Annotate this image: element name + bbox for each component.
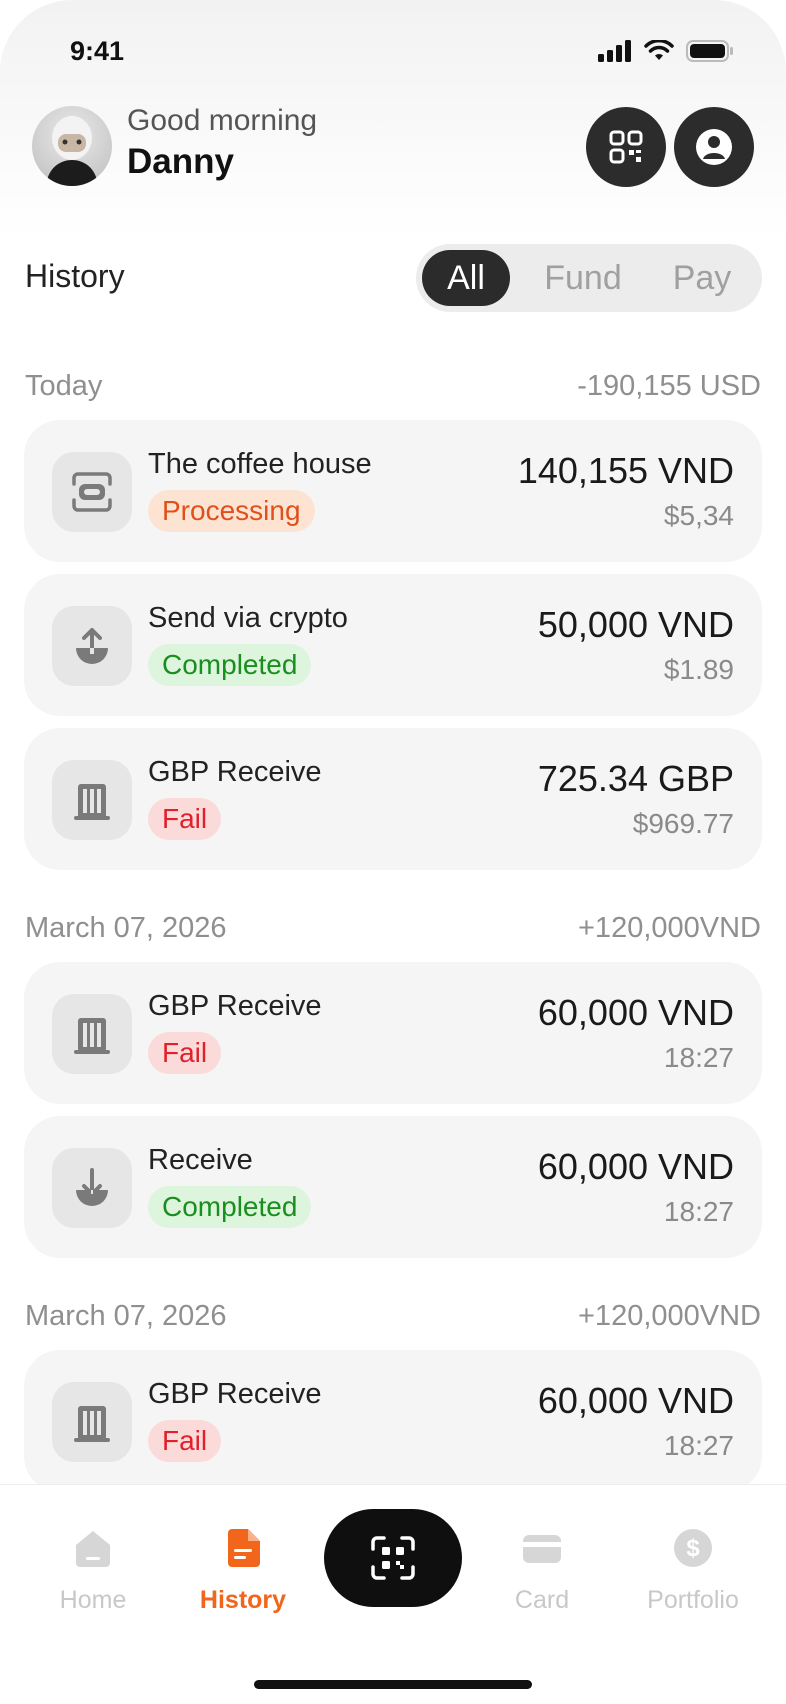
nav-card-label: Card [514,1586,570,1614]
profile-button[interactable] [674,107,754,187]
section-header: March 07, 2026 +120,000VND [25,1300,761,1333]
filter-pay[interactable]: Pay [652,250,752,306]
document-icon [228,1529,260,1567]
transaction-amount: 50,000 VND [537,604,734,645]
status-time: 9:41 [70,36,125,66]
filter-fund[interactable]: Fund [528,250,638,306]
section-header: Today -190,155 USD [25,370,761,403]
battery-icon [686,40,733,62]
transaction-name: The coffee house [148,448,372,480]
transaction-amount: 140,155 VND [517,450,734,491]
status-icons [598,40,734,62]
transaction-sub-amount: $969.77 [632,808,734,839]
transaction-name: GBP Receive [148,1378,322,1410]
transaction-icon-box [52,760,132,840]
greeting-text: Good morning [127,104,318,137]
avatar-illustration [46,116,98,186]
section-total: +120,000VND [578,1300,761,1332]
section-date: March 07, 2026 [25,1300,227,1332]
signal-icon [598,40,631,62]
scan-button[interactable] [324,1509,462,1607]
section-date: Today [25,370,103,402]
transaction-sub-amount: 18:27 [663,1042,734,1073]
screen: 9:41 Good morning Danny History All Fund… [0,0,786,1704]
transaction-amount: 60,000 VND [537,1146,734,1187]
filter-segmented-control: All Fund Pay [416,244,762,312]
nav-home[interactable]: Home [33,1527,153,1615]
home-indicator [254,1680,532,1689]
transaction-icon-box [52,452,132,532]
nav-portfolio-label: Portfolio [647,1586,739,1614]
transaction-name: Send via crypto [148,602,348,634]
transaction-sub-amount: 18:27 [663,1196,734,1227]
bank-icon [74,784,110,820]
scan-icon [72,472,112,512]
bottom-nav: Home History Card $ Portfolio [0,1484,786,1704]
user-name: Danny [127,142,234,181]
status-badge: Fail [148,798,222,840]
wifi-icon [644,40,674,60]
transaction-icon-box [52,994,132,1074]
transaction-card[interactable]: Receive Completed 60,000 VND 18:27 [24,1116,762,1258]
status-badge: Fail [148,1420,222,1462]
transaction-sub-amount: 18:27 [663,1430,734,1461]
transaction-sub-amount: $5,34 [663,500,734,531]
qr-code-icon [609,130,643,164]
qr-code-button[interactable] [586,107,666,187]
section-header: March 07, 2026 +120,000VND [25,912,761,945]
section-date: March 07, 2026 [25,912,227,944]
status-badge: Fail [148,1032,222,1074]
nav-portfolio[interactable]: $ Portfolio [633,1527,753,1615]
bank-icon [74,1406,110,1442]
transaction-icon-box [52,1382,132,1462]
home-icon [76,1531,110,1567]
transaction-card[interactable]: GBP Receive Fail 725.34 GBP $969.77 [24,728,762,870]
section-total: +120,000VND [578,912,761,944]
nav-history-label: History [199,1586,287,1614]
transaction-amount: 725.34 GBP [537,758,734,799]
transaction-icon-box [52,1148,132,1228]
svg-text:$: $ [686,1535,700,1562]
transaction-sub-amount: $1.89 [663,654,734,685]
transaction-name: Receive [148,1144,253,1176]
transaction-name: GBP Receive [148,756,322,788]
transaction-card[interactable]: The coffee house Processing 140,155 VND … [24,420,762,562]
user-circle-icon [696,129,732,165]
status-badge: Completed [148,644,312,686]
filter-all[interactable]: All [422,250,510,306]
credit-card-icon [523,1535,561,1563]
nav-card[interactable]: Card [482,1527,602,1615]
download-icon [76,1168,108,1206]
upload-icon [76,628,108,664]
transaction-card[interactable]: Send via crypto Completed 50,000 VND $1.… [24,574,762,716]
transaction-icon-box [52,606,132,686]
nav-history[interactable]: History [183,1527,303,1615]
avatar[interactable] [32,106,112,186]
transaction-amount: 60,000 VND [537,1380,734,1421]
nav-home-label: Home [59,1586,127,1614]
dollar-icon: $ [674,1529,712,1567]
bank-icon [74,1018,110,1054]
transaction-card[interactable]: GBP Receive Fail 60,000 VND 18:27 [24,962,762,1104]
scan-icon [371,1536,415,1580]
status-badge: Processing [148,490,315,532]
section-total: -190,155 USD [577,370,761,402]
transaction-name: GBP Receive [148,990,322,1022]
status-badge: Completed [148,1186,312,1228]
history-title: History [25,258,125,294]
transaction-amount: 60,000 VND [537,992,734,1033]
transaction-card[interactable]: GBP Receive Fail 60,000 VND 18:27 [24,1350,762,1492]
